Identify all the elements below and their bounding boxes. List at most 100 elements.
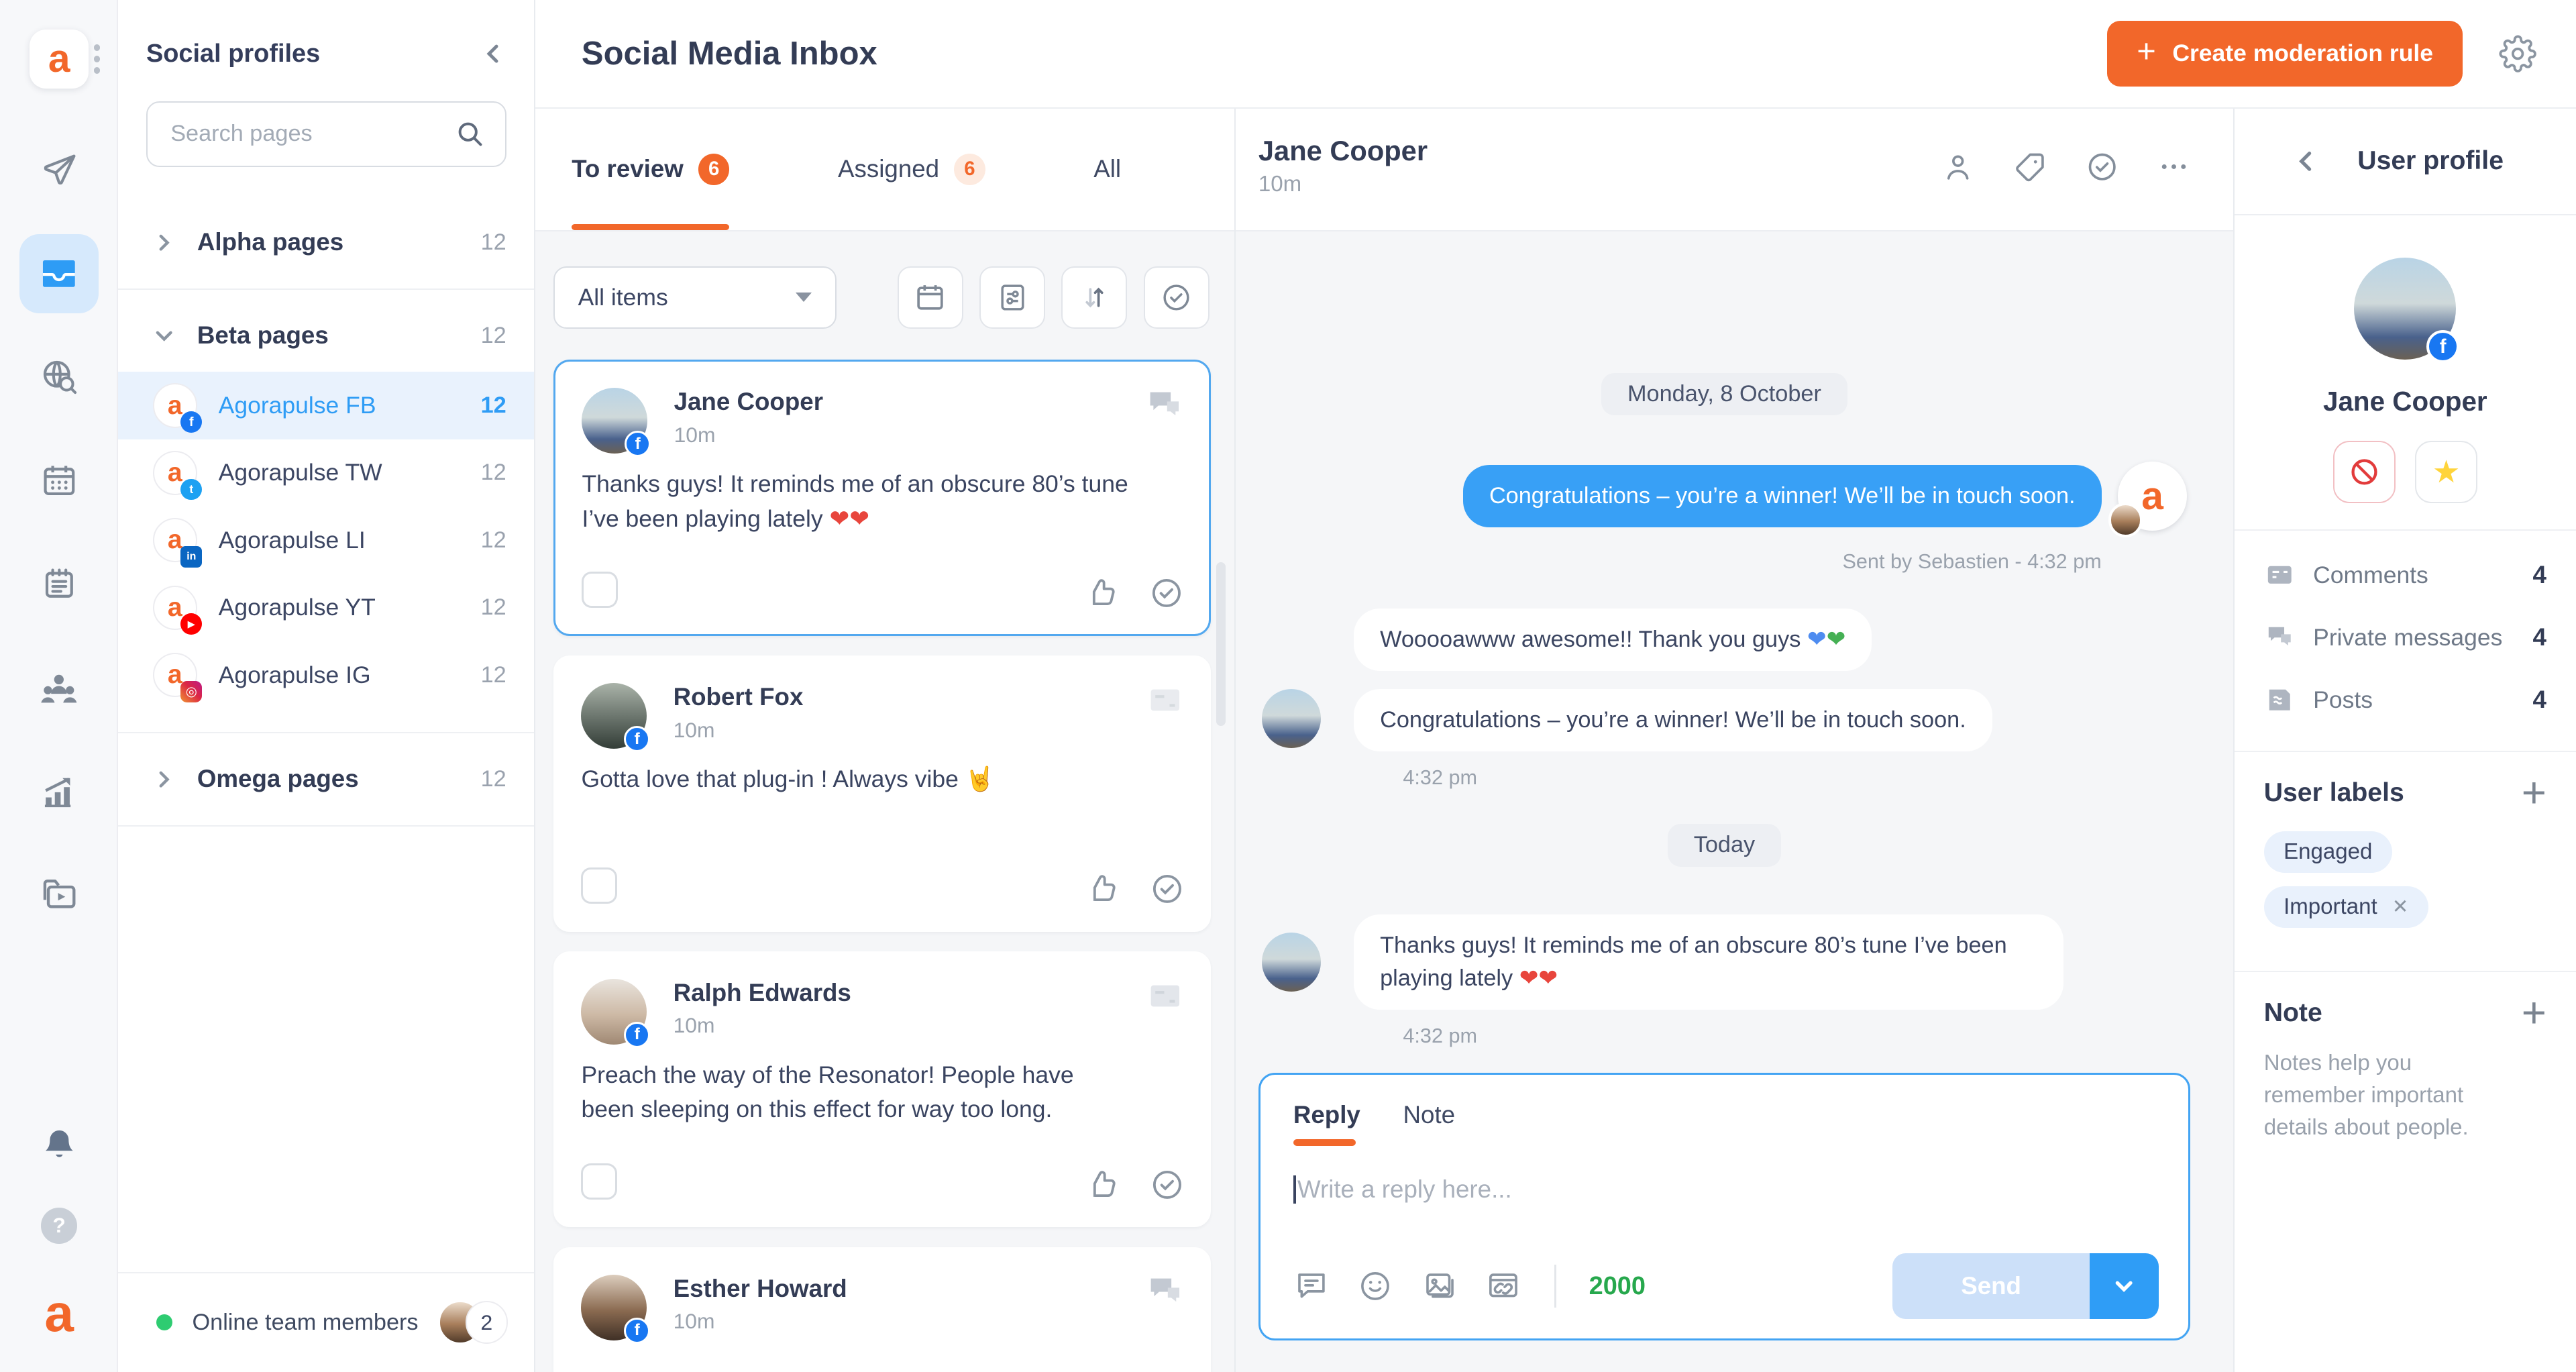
agorapulse-brand-mark: a bbox=[44, 1283, 74, 1342]
emoji-icon[interactable] bbox=[1357, 1268, 1393, 1304]
profiles-panel-title: Social profiles bbox=[146, 39, 321, 68]
more-options-icon[interactable] bbox=[2157, 150, 2190, 183]
page-agorapulse-tw[interactable]: a Agorapulse TW 12 bbox=[118, 439, 534, 507]
online-team-members[interactable]: Online team members 2 bbox=[118, 1271, 535, 1372]
rail-item-community[interactable] bbox=[0, 636, 118, 739]
review-check-icon[interactable] bbox=[2085, 150, 2119, 184]
comment-type-icon bbox=[1144, 1271, 1187, 1314]
sort-button[interactable] bbox=[1061, 266, 1128, 329]
card-checkbox[interactable] bbox=[582, 571, 619, 608]
group-beta-pages[interactable]: Beta pages 12 bbox=[118, 300, 534, 372]
card-time: 10m bbox=[674, 422, 716, 447]
private-messages-icon bbox=[2264, 622, 2296, 653]
link-utm-icon[interactable] bbox=[1485, 1268, 1521, 1304]
tab-to-review[interactable]: To review 6 bbox=[572, 154, 730, 185]
stat-row-posts[interactable]: Posts 4 bbox=[2264, 669, 2546, 731]
card-checkbox[interactable] bbox=[581, 867, 618, 904]
rail-item-reports[interactable] bbox=[0, 532, 118, 635]
inbox-card-robert-fox[interactable]: Robert Fox 10m Gotta love that plug-in !… bbox=[553, 655, 1212, 932]
image-attach-icon[interactable] bbox=[1421, 1268, 1458, 1304]
like-icon[interactable] bbox=[1083, 1167, 1120, 1203]
review-check-icon[interactable] bbox=[1149, 871, 1185, 907]
sebastien-avatar[interactable] bbox=[2108, 503, 2143, 537]
calendar-filter-button[interactable] bbox=[897, 266, 963, 329]
tag-icon[interactable] bbox=[2013, 150, 2047, 184]
group-count: 12 bbox=[480, 766, 506, 792]
saved-replies-icon[interactable] bbox=[1293, 1268, 1330, 1304]
reply-tab[interactable]: Reply bbox=[1293, 1101, 1360, 1147]
stat-row-private-messages[interactable]: Private messages 4 bbox=[2264, 606, 2546, 669]
bookmark-user-button[interactable]: ★ bbox=[2415, 440, 2478, 503]
like-icon[interactable] bbox=[1083, 575, 1119, 611]
incoming-message-bubble: Wooooawww awesome!! Thank you guys ❤❤ bbox=[1353, 608, 1872, 671]
stat-row-comments[interactable]: Comments 4 bbox=[2264, 544, 2546, 606]
page-avatar: a bbox=[152, 653, 203, 702]
rail-item-inbox[interactable] bbox=[0, 222, 118, 325]
send-button[interactable]: Send bbox=[1892, 1253, 2090, 1320]
team-member-avatars: 2 bbox=[439, 1301, 508, 1344]
note-tab[interactable]: Note bbox=[1403, 1101, 1456, 1129]
group-alpha-pages[interactable]: Alpha pages 12 bbox=[118, 206, 534, 278]
page-agorapulse-yt[interactable]: a Agorapulse YT 12 bbox=[118, 574, 534, 641]
card-author: Esther Howard bbox=[673, 1274, 847, 1302]
review-check-icon[interactable] bbox=[1148, 575, 1185, 611]
create-moderation-rule-button[interactable]: + Create moderation rule bbox=[2107, 20, 2463, 87]
org-switcher-dots-icon[interactable] bbox=[93, 40, 101, 79]
help-icon[interactable]: ? bbox=[41, 1208, 78, 1244]
note-section: Note + Notes help you remember important… bbox=[2235, 972, 2576, 1154]
all-items-dropdown[interactable]: All items bbox=[553, 266, 837, 329]
assign-user-icon[interactable] bbox=[1941, 150, 1975, 184]
page-agorapulse-fb[interactable]: a Agorapulse FB 12 bbox=[118, 372, 535, 439]
chevron-right-icon bbox=[154, 233, 174, 252]
collapse-panel-chevron-icon[interactable] bbox=[482, 42, 504, 65]
twitter-icon bbox=[180, 478, 203, 500]
back-chevron-icon[interactable] bbox=[2294, 149, 2318, 174]
tab-all[interactable]: All bbox=[1093, 155, 1121, 183]
rail-item-publishing[interactable] bbox=[0, 118, 118, 221]
conversation-contact-name: Jane Cooper bbox=[1258, 134, 1428, 166]
card-text: Preach the way of the Resonator! People … bbox=[581, 1061, 1074, 1123]
search-pages-input[interactable] bbox=[167, 119, 456, 149]
dropdown-caret-icon bbox=[796, 293, 812, 302]
inbox-card-esther-howard[interactable]: Esther Howard 10m bbox=[553, 1247, 1212, 1372]
rail-item-listening[interactable] bbox=[0, 325, 118, 429]
conversation-column: Jane Cooper 10m Monday, 8 October Congra… bbox=[1235, 108, 2235, 1372]
card-time: 10m bbox=[673, 1013, 715, 1038]
reply-input[interactable]: Write a reply here... bbox=[1293, 1175, 2155, 1204]
filters-button[interactable] bbox=[979, 266, 1045, 329]
notifications-bell-icon[interactable] bbox=[40, 1126, 79, 1165]
inbox-list-column: To review 6 Assigned 6 All All items f J… bbox=[535, 108, 1236, 1372]
rail-item-library[interactable] bbox=[0, 843, 118, 946]
online-team-members-label: Online team members bbox=[192, 1309, 419, 1335]
block-user-button[interactable] bbox=[2332, 440, 2396, 503]
facebook-icon bbox=[624, 725, 651, 753]
social-profiles-panel: Social profiles Alpha pages 12 Beta page… bbox=[118, 0, 536, 1372]
send-options-chevron-icon[interactable] bbox=[2090, 1253, 2159, 1320]
posts-icon bbox=[2264, 684, 2296, 716]
review-check-icon[interactable] bbox=[1149, 1167, 1185, 1203]
like-icon[interactable] bbox=[1083, 871, 1120, 907]
char-count: 2000 bbox=[1589, 1271, 1646, 1300]
plus-icon: + bbox=[2137, 33, 2156, 70]
conversation-header: Jane Cooper 10m bbox=[1235, 108, 2233, 232]
gear-icon[interactable] bbox=[2499, 35, 2536, 72]
add-note-button[interactable]: + bbox=[2522, 992, 2546, 1035]
mark-reviewed-button[interactable] bbox=[1143, 266, 1210, 329]
page-agorapulse-li[interactable]: a Agorapulse LI 12 bbox=[118, 507, 534, 574]
inbox-card-jane-cooper[interactable]: Jane Cooper 10m Thanks guys! It reminds … bbox=[553, 360, 1212, 636]
rail-item-calendar[interactable] bbox=[0, 429, 118, 532]
to-review-count-badge: 6 bbox=[698, 154, 730, 185]
incoming-message-bubble: Thanks guys! It reminds me of an obscure… bbox=[1353, 914, 2063, 1010]
remove-label-icon[interactable]: ✕ bbox=[2392, 895, 2409, 918]
add-label-button[interactable]: + bbox=[2522, 772, 2546, 814]
rail-item-stats[interactable] bbox=[0, 739, 118, 843]
inbox-card-ralph-edwards[interactable]: Ralph Edwards 10m Preach the way of the … bbox=[553, 951, 1212, 1228]
linkedin-icon bbox=[180, 545, 203, 568]
card-text: Gotta love that plug-in ! Always vibe 🤘 bbox=[581, 765, 995, 792]
page-avatar: a bbox=[152, 585, 203, 635]
group-omega-pages[interactable]: Omega pages 12 bbox=[118, 743, 534, 815]
list-scrollbar-thumb[interactable] bbox=[1216, 562, 1226, 727]
card-checkbox[interactable] bbox=[581, 1163, 618, 1200]
tab-assigned[interactable]: Assigned 6 bbox=[838, 154, 985, 185]
page-agorapulse-ig[interactable]: a Agorapulse IG 12 bbox=[118, 641, 534, 708]
